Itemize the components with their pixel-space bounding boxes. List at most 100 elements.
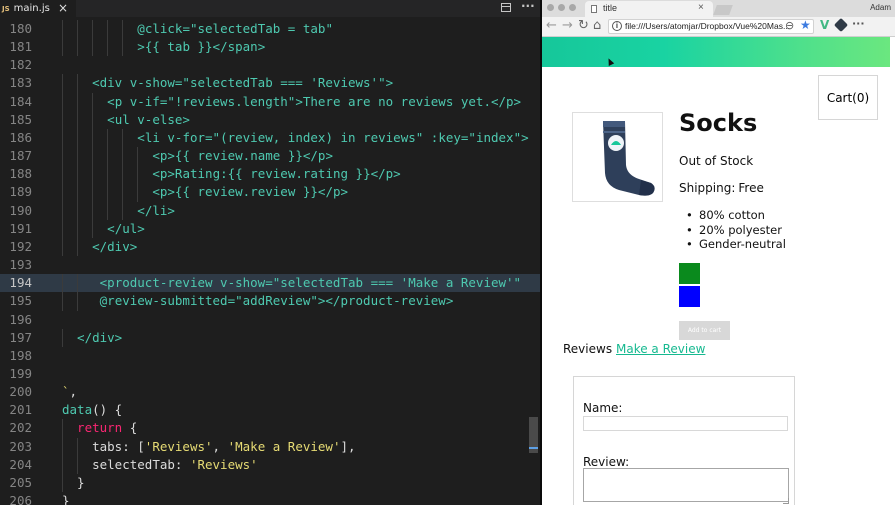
- new-tab-button[interactable]: [713, 5, 733, 15]
- close-tab-icon[interactable]: ×: [58, 1, 68, 15]
- code-text[interactable]: }: [77, 474, 85, 492]
- indent-guide: [77, 38, 79, 57]
- code-line[interactable]: 196: [0, 311, 540, 329]
- menu-icon[interactable]: ···: [852, 17, 865, 30]
- resize-grip-icon[interactable]: [783, 498, 789, 504]
- line-number: 200: [9, 384, 32, 400]
- info-icon[interactable]: i: [612, 21, 622, 31]
- code-area[interactable]: 180 @click="selectedTab = tab" 181 >{{ tab …: [0, 20, 540, 505]
- code-text[interactable]: selectedTab: 'Reviews': [92, 456, 258, 474]
- code-editor[interactable]: JS main.js × ··· 180 @click="selectedTab …: [0, 0, 540, 505]
- browser-tab[interactable]: title ×: [585, 1, 713, 17]
- code-line[interactable]: 181 >{{ tab }}</span>: [0, 38, 540, 57]
- code-text[interactable]: @review-submitted="addReview"></product-…: [100, 292, 454, 310]
- code-text[interactable]: }: [62, 492, 70, 505]
- code-line[interactable]: 201 data() {: [0, 401, 540, 419]
- code-line[interactable]: 188 <p>Rating:{{ review.rating }}</p>: [0, 165, 540, 184]
- code-line[interactable]: 187 <p>{{ review.name }}</p>: [0, 147, 540, 166]
- code-text[interactable]: `,: [62, 383, 77, 401]
- extension-icon[interactable]: [833, 17, 849, 33]
- indent-guide: [77, 128, 79, 148]
- code-text[interactable]: </div>: [77, 329, 122, 347]
- url-text[interactable]: file:///Users/atomjar/Dropbox/Vue%20Mas.…: [625, 21, 790, 31]
- code-text[interactable]: <product-review v-show="selectedTab === …: [100, 274, 521, 292]
- code-line[interactable]: 197 </div>: [0, 328, 540, 347]
- code-line[interactable]: 193: [0, 256, 540, 274]
- close-browser-tab-icon[interactable]: ×: [698, 2, 704, 13]
- indent-guide: [92, 219, 94, 238]
- code-line[interactable]: 203 tabs: ['Reviews', 'Make a Review'],: [0, 437, 540, 456]
- split-editor-icon[interactable]: [501, 3, 511, 12]
- detail-item: 80% cotton: [686, 208, 786, 223]
- indent-guide: [92, 165, 94, 184]
- reload-icon[interactable]: ↻: [578, 18, 589, 33]
- code-text[interactable]: </li>: [137, 202, 175, 220]
- code-line[interactable]: 183 <div v-show="selectedTab === 'Reviews…: [0, 74, 540, 93]
- code-line[interactable]: 200 `,: [0, 383, 540, 401]
- window-close-button[interactable]: [547, 4, 554, 11]
- back-icon[interactable]: ←: [546, 18, 557, 33]
- indent-guide: [62, 128, 63, 148]
- code-line[interactable]: 202 return {: [0, 419, 540, 438]
- code-token: }: [77, 474, 85, 490]
- zoom-icon[interactable]: ⊖: [785, 19, 794, 32]
- line-number: 188: [9, 166, 32, 182]
- address-bar[interactable]: i file:///Users/atomjar/Dropbox/Vue%20Ma…: [608, 18, 814, 34]
- code-line[interactable]: 186 <li v-for="(review, index) in reviews…: [0, 128, 540, 148]
- code-line[interactable]: 190 </li>: [0, 201, 540, 220]
- indent-guide: [62, 237, 63, 257]
- code-token: `: [62, 384, 70, 400]
- code-line[interactable]: 180 @click="selectedTab = tab": [0, 20, 540, 39]
- code-text[interactable]: >{{ tab }}</span>: [137, 38, 265, 56]
- window-minimize-button[interactable]: [558, 4, 565, 11]
- indent-guide: [107, 201, 109, 220]
- add-to-cart-button[interactable]: Add to cart: [679, 321, 730, 340]
- code-token: <p>{{ review.name }}</p>: [152, 148, 333, 164]
- tab-make-a-review[interactable]: Make a Review: [616, 342, 705, 356]
- star-icon[interactable]: ★: [800, 18, 811, 32]
- code-line[interactable]: 194 <product-review v-show="selectedTab =…: [0, 274, 540, 293]
- code-line[interactable]: 184 <p v-if="!reviews.length">There are n…: [0, 92, 540, 111]
- code-line[interactable]: 182: [0, 56, 540, 74]
- code-text[interactable]: <p v-if="!reviews.length">There are no r…: [107, 93, 521, 111]
- code-line[interactable]: 185 <ul v-else>: [0, 110, 540, 129]
- code-text[interactable]: <li v-for="(review, index) in reviews" :…: [137, 129, 528, 147]
- name-input[interactable]: [583, 416, 788, 431]
- indent-guide: [77, 292, 79, 311]
- code-line[interactable]: 192 </div>: [0, 237, 540, 257]
- code-text[interactable]: @click="selectedTab = tab": [137, 20, 333, 38]
- code-text[interactable]: <div v-show="selectedTab === 'Reviews'">: [92, 74, 393, 92]
- code-line[interactable]: 189 <p>{{ review.review }}</p>: [0, 183, 540, 202]
- code-text[interactable]: </div>: [92, 238, 137, 256]
- code-line[interactable]: 198: [0, 347, 540, 365]
- profile-name[interactable]: Adam: [870, 3, 891, 12]
- code-text[interactable]: data() {: [62, 401, 122, 419]
- code-line[interactable]: 195 @review-submitted="addReview"></produ…: [0, 292, 540, 311]
- color-swatch-green[interactable]: [679, 263, 700, 284]
- code-token: ,: [212, 438, 228, 454]
- line-number: 183: [9, 75, 32, 91]
- detail-item: 20% polyester: [686, 223, 786, 238]
- code-text[interactable]: <p>{{ review.name }}</p>: [152, 147, 333, 165]
- code-text[interactable]: <p>{{ review.review }}</p>: [152, 183, 348, 201]
- editor-tab-main-js[interactable]: JS main.js ×: [0, 0, 76, 17]
- window-zoom-button[interactable]: [569, 4, 576, 11]
- code-text[interactable]: <p>Rating:{{ review.rating }}</p>: [152, 165, 400, 183]
- code-line[interactable]: 205}: [0, 473, 540, 493]
- code-text[interactable]: return {: [77, 419, 137, 437]
- code-text[interactable]: <ul v-else>: [107, 111, 190, 129]
- code-text[interactable]: </ul>: [107, 220, 145, 238]
- line-number: 203: [9, 438, 32, 454]
- code-line[interactable]: 204 selectedTab: 'Reviews': [0, 455, 540, 474]
- tab-reviews[interactable]: Reviews: [563, 342, 612, 356]
- forward-icon[interactable]: →: [562, 18, 573, 33]
- review-textarea[interactable]: [583, 468, 789, 502]
- more-actions-icon[interactable]: ···: [521, 0, 535, 13]
- color-swatch-blue[interactable]: [679, 286, 700, 307]
- code-line[interactable]: 191 </ul>: [0, 219, 540, 238]
- home-icon[interactable]: ⌂: [593, 18, 601, 33]
- code-line[interactable]: 199: [0, 365, 540, 383]
- code-line[interactable]: 206}: [0, 492, 540, 505]
- code-text[interactable]: tabs: ['Reviews', 'Make a Review'],: [92, 438, 355, 456]
- vue-devtools-icon[interactable]: V: [820, 18, 829, 32]
